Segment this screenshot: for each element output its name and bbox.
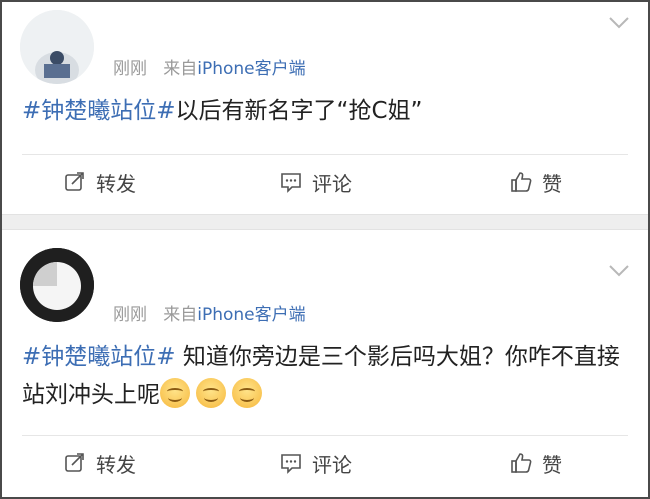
repost-button[interactable]: 转发 <box>64 441 136 485</box>
smile-emoji-icon <box>160 378 190 408</box>
weibo-feed: 刚刚 来自iPhone客户端 #钟楚曦站位#以后有新名字了“抢C姐” 转发 评论… <box>0 0 650 499</box>
post-meta: 刚刚 来自iPhone客户端 <box>113 54 306 79</box>
post-time: 刚刚 <box>113 305 147 325</box>
smile-emoji-icon <box>232 378 262 408</box>
post-meta: 刚刚 来自iPhone客户端 <box>113 300 306 325</box>
post-content: #钟楚曦站位#以后有新名字了“抢C姐” <box>22 92 620 130</box>
divider <box>22 435 628 436</box>
emoji-list <box>160 378 268 408</box>
post-text: 以后有新名字了“抢C姐” <box>175 98 423 124</box>
repost-icon <box>65 453 84 472</box>
repost-button[interactable]: 转发 <box>64 160 136 204</box>
source-prefix: 来自 <box>163 59 198 79</box>
post-source[interactable]: iPhone客户端 <box>197 59 305 79</box>
post-source[interactable]: iPhone客户端 <box>197 305 305 325</box>
source-prefix: 来自 <box>163 305 198 325</box>
comment-icon <box>281 454 301 474</box>
hashtag-link[interactable]: #钟楚曦站位# <box>22 98 176 124</box>
comment-button[interactable]: 评论 <box>280 441 352 485</box>
post-time: 刚刚 <box>113 59 147 79</box>
repost-label: 转发 <box>96 171 136 196</box>
like-button[interactable]: 赞 <box>510 441 562 485</box>
chevron-down-icon[interactable] <box>608 264 630 278</box>
thumbs-up-icon <box>511 453 532 473</box>
comment-icon <box>281 173 301 193</box>
post-separator <box>2 214 648 230</box>
thumbs-up-icon <box>511 172 532 192</box>
post-content: #钟楚曦站位# 知道你旁边是三个影后吗大姐？你咋不直接站刘冲头上呢 <box>22 338 620 414</box>
like-label: 赞 <box>542 452 562 477</box>
like-label: 赞 <box>542 171 562 196</box>
comment-label: 评论 <box>312 171 352 196</box>
repost-label: 转发 <box>96 452 136 477</box>
action-bar: 转发 评论 赞 <box>2 441 648 491</box>
weibo-post: 刚刚 来自iPhone客户端 #钟楚曦站位# 知道你旁边是三个影后吗大姐？你咋不… <box>2 230 648 497</box>
comment-button[interactable]: 评论 <box>280 160 352 204</box>
avatar[interactable] <box>20 248 94 322</box>
like-button[interactable]: 赞 <box>510 160 562 204</box>
divider <box>22 154 628 155</box>
repost-icon <box>65 172 84 191</box>
smile-emoji-icon <box>196 378 226 408</box>
comment-label: 评论 <box>312 452 352 477</box>
chevron-down-icon[interactable] <box>608 16 630 30</box>
action-bar: 转发 评论 赞 <box>2 160 648 210</box>
hashtag-link[interactable]: #钟楚曦站位# <box>22 344 176 370</box>
avatar[interactable] <box>20 10 94 84</box>
weibo-post: 刚刚 来自iPhone客户端 #钟楚曦站位#以后有新名字了“抢C姐” 转发 评论… <box>2 2 648 214</box>
